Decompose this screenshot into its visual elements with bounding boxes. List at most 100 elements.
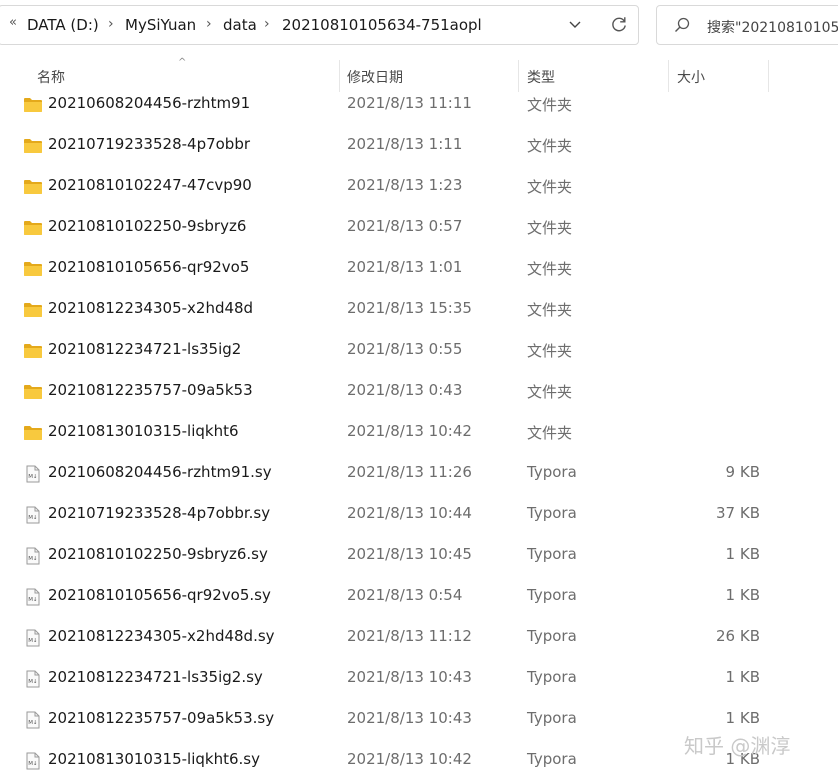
file-type: Typora <box>527 504 577 522</box>
search-placeholder[interactable]: 搜索"20210810105634-751aopl" <box>707 17 838 37</box>
modified-date: 2021/8/13 11:11 <box>347 94 472 112</box>
markdown-file-icon: M↓ <box>23 588 43 606</box>
list-item[interactable]: 20210719233528-4p7obbr 2021/8/13 1:11 文件夹 <box>0 131 838 167</box>
file-name: 20210812234721-ls35ig2 <box>48 340 242 358</box>
file-name: 20210812234305-x2hd48d.sy <box>48 627 275 645</box>
column-divider[interactable] <box>668 60 669 92</box>
list-item[interactable]: 20210813010315-liqkht6 2021/8/13 10:42 文件夹 <box>0 418 838 454</box>
folder-icon <box>23 96 43 114</box>
folder-icon <box>23 260 43 278</box>
list-item[interactable]: 20210810105656-qr92vo5 2021/8/13 1:01 文件夹 <box>0 254 838 290</box>
file-name: 20210719233528-4p7obbr <box>48 135 251 153</box>
modified-date: 2021/8/13 0:55 <box>347 340 463 358</box>
modified-date: 2021/8/13 10:42 <box>347 750 472 768</box>
list-item[interactable]: M↓ 20210812234721-ls35ig2.sy 2021/8/13 10:… <box>0 664 838 700</box>
folder-icon <box>23 301 43 319</box>
file-name: 20210812235757-09a5k53 <box>48 381 253 399</box>
column-header-name[interactable]: 名称 <box>37 67 65 87</box>
file-type: Typora <box>527 750 577 768</box>
chevron-down-icon[interactable] <box>567 16 583 32</box>
breadcrumb-current-folder[interactable]: 20210810105634-751aopl <box>282 16 482 34</box>
list-item[interactable]: 20210810102250-9sbryz6 2021/8/13 0:57 文件夹 <box>0 213 838 249</box>
file-type: 文件夹 <box>527 96 573 114</box>
file-type: 文件夹 <box>527 383 573 401</box>
breadcrumb-separator-icon[interactable]: › <box>264 16 270 32</box>
file-type: 文件夹 <box>527 424 573 442</box>
file-explorer-window: « DATA (D:) › MySiYuan › data › 20210810… <box>0 0 838 777</box>
path-overflow[interactable]: « <box>9 15 17 30</box>
column-divider[interactable] <box>518 60 519 92</box>
file-size: 26 KB <box>716 627 760 645</box>
svg-text:M↓: M↓ <box>28 760 37 767</box>
column-header-type[interactable]: 类型 <box>527 67 555 87</box>
column-header-size[interactable]: 大小 <box>677 67 705 87</box>
breadcrumb-mysiyuan[interactable]: MySiYuan <box>125 16 196 34</box>
list-item[interactable]: M↓ 20210810102250-9sbryz6.sy 2021/8/13 10:… <box>0 541 838 577</box>
folder-icon <box>23 137 43 155</box>
file-type: Typora <box>527 627 577 645</box>
file-size: 1 KB <box>725 586 760 604</box>
file-type: 文件夹 <box>527 219 573 237</box>
modified-date: 2021/8/13 10:43 <box>347 668 472 686</box>
svg-text:M↓: M↓ <box>28 637 37 644</box>
breadcrumb-separator-icon[interactable]: › <box>108 16 114 32</box>
list-item[interactable]: 20210608204456-rzhtm91 2021/8/13 11:11 文件夹 <box>0 90 838 126</box>
file-type: 文件夹 <box>527 301 573 319</box>
list-item[interactable]: M↓ 20210719233528-4p7obbr.sy 2021/8/13 10:… <box>0 500 838 536</box>
breadcrumb-drive[interactable]: DATA (D:) <box>27 16 99 34</box>
file-size: 1 KB <box>725 668 760 686</box>
modified-date: 2021/8/13 11:26 <box>347 463 472 481</box>
list-item[interactable]: 20210812235757-09a5k53 2021/8/13 0:43 文件夹 <box>0 377 838 413</box>
file-type: 文件夹 <box>527 178 573 196</box>
markdown-file-icon: M↓ <box>23 711 43 729</box>
column-header-modified[interactable]: 修改日期 <box>347 67 403 87</box>
list-item[interactable]: 20210810102247-47cvp90 2021/8/13 1:23 文件夹 <box>0 172 838 208</box>
file-size: 1 KB <box>725 709 760 727</box>
list-item[interactable]: M↓ 20210810105656-qr92vo5.sy 2021/8/13 0:5… <box>0 582 838 618</box>
folder-icon <box>23 383 43 401</box>
markdown-file-icon: M↓ <box>23 670 43 688</box>
svg-text:M↓: M↓ <box>28 555 37 562</box>
svg-text:M↓: M↓ <box>28 678 37 685</box>
markdown-file-icon: M↓ <box>23 506 43 524</box>
file-name: 20210813010315-liqkht6 <box>48 422 239 440</box>
svg-text:M↓: M↓ <box>28 473 37 480</box>
file-type: Typora <box>527 709 577 727</box>
modified-date: 2021/8/13 0:57 <box>347 217 463 235</box>
search-box[interactable]: 搜索"20210810105634-751aopl" <box>656 5 838 45</box>
modified-date: 2021/8/13 1:23 <box>347 176 463 194</box>
breadcrumb-separator-icon[interactable]: › <box>206 16 212 32</box>
breadcrumb-data[interactable]: data <box>223 16 257 34</box>
file-type: 文件夹 <box>527 342 573 360</box>
column-divider[interactable] <box>339 60 340 92</box>
file-type: 文件夹 <box>527 137 573 155</box>
file-name: 20210813010315-liqkht6.sy <box>48 750 260 768</box>
list-item[interactable]: 20210812234305-x2hd48d 2021/8/13 15:35 文件夹 <box>0 295 838 331</box>
file-type: Typora <box>527 545 577 563</box>
file-name: 20210608204456-rzhtm91 <box>48 94 251 112</box>
file-name: 20210810105656-qr92vo5 <box>48 258 250 276</box>
svg-text:M↓: M↓ <box>28 596 37 603</box>
column-divider[interactable] <box>768 60 769 92</box>
file-type: Typora <box>527 668 577 686</box>
markdown-file-icon: M↓ <box>23 629 43 647</box>
column-header-row: 名称 ^ 修改日期 类型 大小 <box>0 57 838 92</box>
folder-icon <box>23 219 43 237</box>
file-name: 20210812234721-ls35ig2.sy <box>48 668 263 686</box>
svg-text:M↓: M↓ <box>28 514 37 521</box>
address-bar[interactable]: « DATA (D:) › MySiYuan › data › 20210810… <box>0 5 639 45</box>
list-item[interactable]: 20210812234721-ls35ig2 2021/8/13 0:55 文件夹 <box>0 336 838 372</box>
list-item[interactable]: M↓ 20210608204456-rzhtm91.sy 2021/8/13 11:… <box>0 459 838 495</box>
modified-date: 2021/8/13 0:54 <box>347 586 463 604</box>
refresh-icon[interactable] <box>609 14 629 34</box>
list-item[interactable]: M↓ 20210812234305-x2hd48d.sy 2021/8/13 11:… <box>0 623 838 659</box>
file-name: 20210810102250-9sbryz6 <box>48 217 247 235</box>
folder-icon <box>23 342 43 360</box>
svg-text:M↓: M↓ <box>28 719 37 726</box>
folder-icon <box>23 424 43 442</box>
file-name: 20210719233528-4p7obbr.sy <box>48 504 271 522</box>
modified-date: 2021/8/13 0:43 <box>347 381 463 399</box>
markdown-file-icon: M↓ <box>23 465 43 483</box>
watermark: 知乎 @渊淳 <box>684 734 791 758</box>
file-name: 20210810102250-9sbryz6.sy <box>48 545 268 563</box>
